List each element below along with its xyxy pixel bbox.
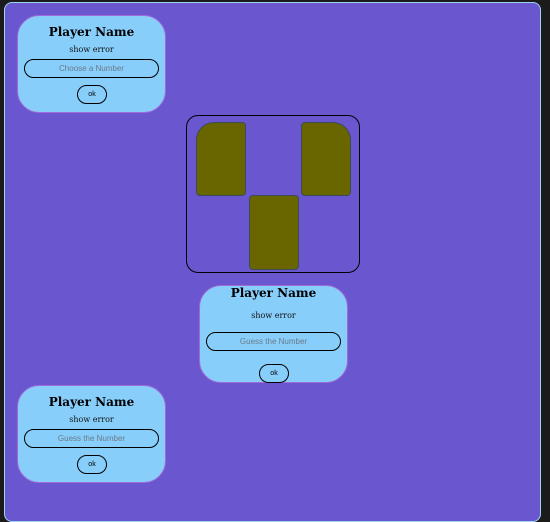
- ok-button[interactable]: ok: [77, 455, 107, 474]
- error-message: show error: [69, 415, 114, 424]
- player-card-chooser: Player Name show error ok: [17, 15, 166, 113]
- tile-bottom[interactable]: [249, 195, 299, 270]
- ok-button[interactable]: ok: [259, 364, 289, 383]
- ok-button[interactable]: ok: [77, 85, 107, 104]
- player-name: Player Name: [230, 286, 317, 300]
- guess-number-input[interactable]: [24, 429, 159, 448]
- guess-board: [186, 115, 360, 273]
- game-area: Player Name show error ok Player Name sh…: [4, 2, 541, 522]
- error-message: show error: [251, 311, 296, 320]
- tile-left[interactable]: [196, 122, 246, 196]
- player-card-guesser-2: Player Name show error ok: [17, 385, 166, 483]
- player-name: Player Name: [48, 25, 135, 39]
- player-name: Player Name: [48, 395, 135, 409]
- error-message: show error: [69, 45, 114, 54]
- player-card-guesser: Player Name show error ok: [199, 285, 348, 383]
- tile-right[interactable]: [301, 122, 351, 196]
- choose-number-input[interactable]: [24, 59, 159, 78]
- guess-number-input[interactable]: [206, 332, 341, 351]
